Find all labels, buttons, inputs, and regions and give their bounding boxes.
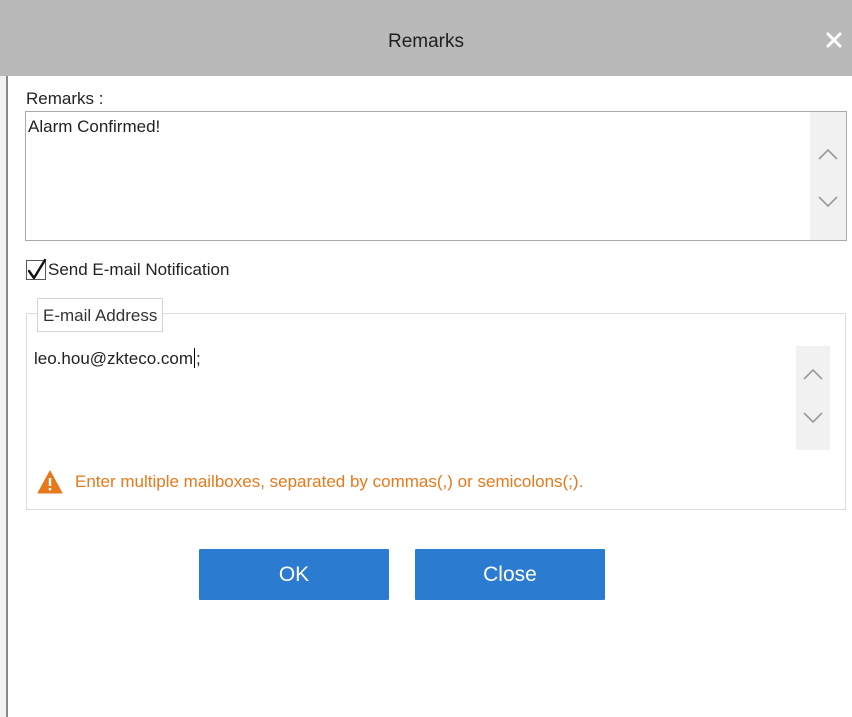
- email-value-text: leo.hou@zkteco.com: [34, 349, 194, 368]
- remarks-textarea[interactable]: Alarm Confirmed!: [25, 111, 847, 241]
- window-left-edge: [0, 76, 8, 717]
- send-email-label[interactable]: Send E-mail Notification: [48, 259, 229, 281]
- chevron-up-icon[interactable]: [796, 360, 830, 388]
- chevron-up-icon[interactable]: [810, 140, 846, 168]
- remarks-label: Remarks :: [26, 89, 104, 108]
- send-email-checkbox[interactable]: [26, 258, 47, 280]
- email-scrollbar[interactable]: [796, 346, 830, 450]
- warning-text: Enter multiple mailboxes, separated by c…: [75, 472, 584, 491]
- chevron-down-icon[interactable]: [810, 188, 846, 216]
- email-warning: Enter multiple mailboxes, separated by c…: [37, 470, 583, 494]
- email-address-input[interactable]: leo.hou@zkteco.com;: [34, 344, 838, 452]
- email-address-legend: E-mail Address: [37, 298, 164, 332]
- close-icon[interactable]: [822, 28, 846, 52]
- ok-button[interactable]: OK: [199, 549, 389, 600]
- warning-icon: [37, 470, 63, 494]
- email-address-value[interactable]: leo.hou@zkteco.com;: [34, 348, 201, 370]
- remarks-scrollbar[interactable]: [810, 112, 846, 240]
- text-cursor: [194, 348, 196, 368]
- close-button[interactable]: Close: [415, 549, 605, 600]
- dialog-title: Remarks: [387, 31, 464, 52]
- email-value-separator: ;: [196, 349, 201, 368]
- remarks-text[interactable]: Alarm Confirmed!: [28, 117, 160, 137]
- dialog-titlebar: Remarks: [0, 0, 852, 76]
- chevron-down-icon[interactable]: [796, 404, 830, 432]
- remarks-dialog: Remarks Remarks : Alarm Confirmed! Send …: [0, 0, 852, 717]
- send-email-row: Send E-mail Notification: [26, 257, 229, 283]
